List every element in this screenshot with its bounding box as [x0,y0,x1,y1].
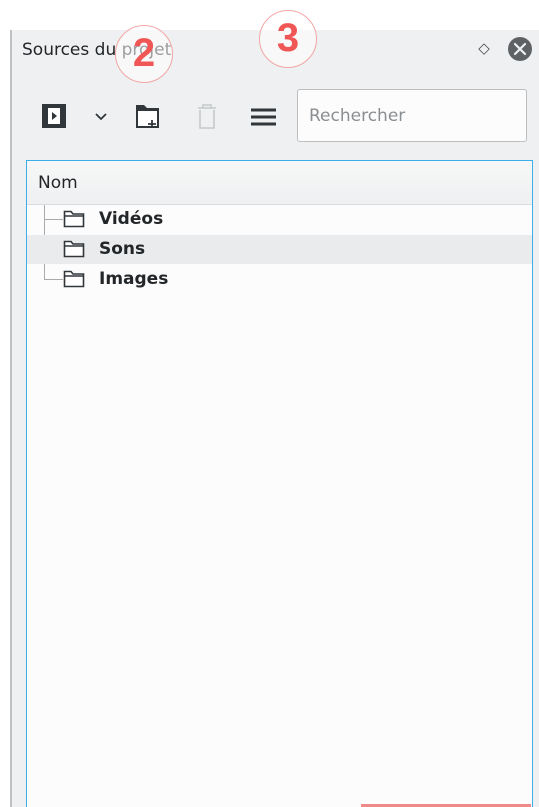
film-clip-icon [42,104,66,128]
tree-row-label: Vidéos [99,209,164,229]
folder-icon [63,210,85,228]
menu-button[interactable] [248,101,280,133]
hamburger-menu-icon [251,108,276,126]
folder-new-icon [136,105,159,128]
project-tree[interactable]: Nom Vidéos Sons Images [26,160,533,807]
delete-button[interactable] [193,101,225,133]
tree-row-videos[interactable]: Vidéos [27,205,532,234]
tree-row-label: Images [99,269,169,289]
search-input[interactable] [297,89,527,142]
folder-icon [63,240,85,258]
close-circle-icon[interactable] [506,35,534,63]
trash-icon [198,104,216,129]
folder-icon [63,270,85,288]
tree-row-sons[interactable]: Sons [27,235,532,264]
annotation-marker-3: 3 [259,10,317,68]
project-bin-window: Sources du projet ◇ Rechercher Nom Vidéo… [0,0,539,807]
tree-row-label: Sons [99,239,146,259]
column-header-name[interactable]: Nom [27,161,532,205]
chevron-down-icon [95,113,107,121]
add-folder-button[interactable] [133,101,165,133]
add-clip-button[interactable] [40,101,72,133]
float-diamond-icon[interactable]: ◇ [474,38,494,58]
tree-row-images[interactable]: Images [27,265,532,294]
add-clip-menu-button[interactable] [92,101,124,133]
annotation-marker-2: 2 [115,25,173,83]
